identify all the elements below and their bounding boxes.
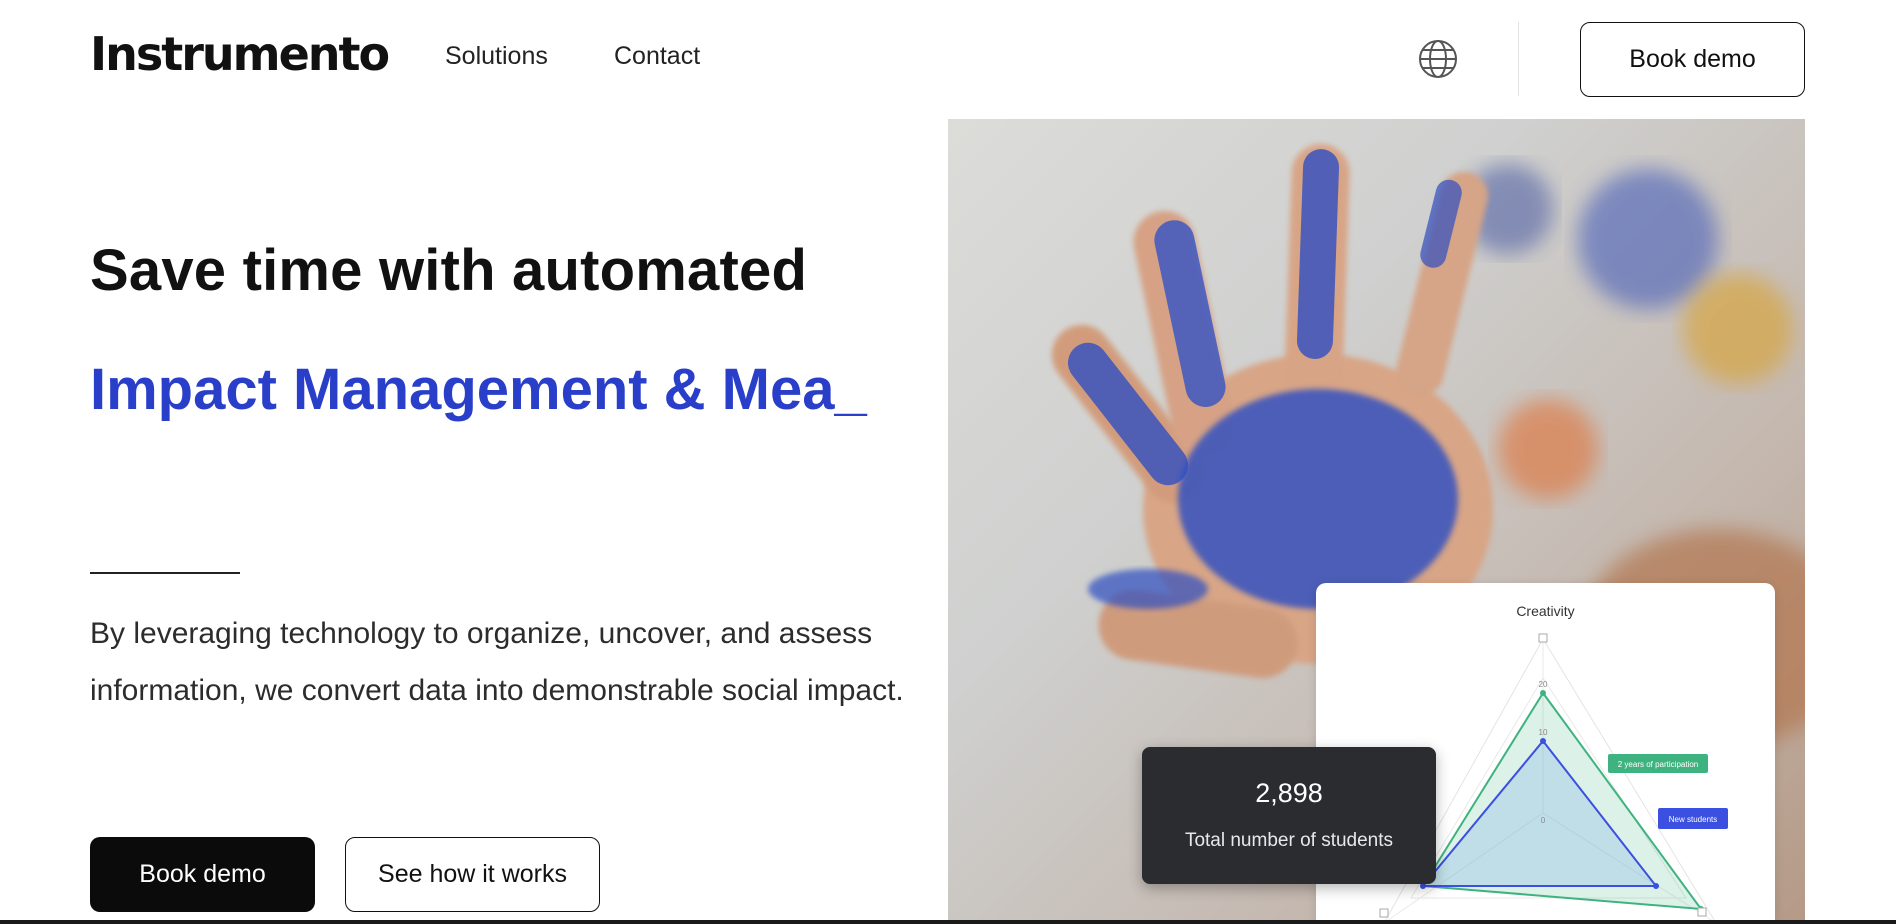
typed-headline: Impact Management & Mea_ xyxy=(90,357,867,422)
book-demo-button-header[interactable]: Book demo xyxy=(1580,22,1805,97)
chart-title: Creativity xyxy=(1516,603,1575,619)
bottom-border xyxy=(0,920,1896,924)
header-divider xyxy=(1518,22,1519,96)
nav-solutions[interactable]: Solutions xyxy=(445,42,548,71)
tag-2-years: 2 years of participation xyxy=(1618,760,1699,769)
tick-label-20: 20 xyxy=(1539,680,1548,689)
logo[interactable]: Instrumento xyxy=(90,26,390,82)
nav-contact[interactable]: Contact xyxy=(614,42,700,71)
tick-label-10: 10 xyxy=(1539,728,1548,737)
stat-value: 2,898 xyxy=(1255,778,1323,808)
stat-card: 2,898 Total number of students xyxy=(1142,747,1436,884)
hero-description: By leveraging technology to organize, un… xyxy=(90,617,904,707)
book-demo-button[interactable]: Book demo xyxy=(90,837,315,912)
see-how-it-works-button[interactable]: See how it works xyxy=(345,837,600,912)
tick-label-0: 0 xyxy=(1541,816,1546,825)
stat-label: Total number of students xyxy=(1184,830,1394,851)
globe-icon[interactable] xyxy=(1417,38,1459,80)
divider-line xyxy=(90,572,240,574)
tag-new-students: New students xyxy=(1669,815,1717,824)
hero-title: Save time with automated xyxy=(90,238,808,303)
